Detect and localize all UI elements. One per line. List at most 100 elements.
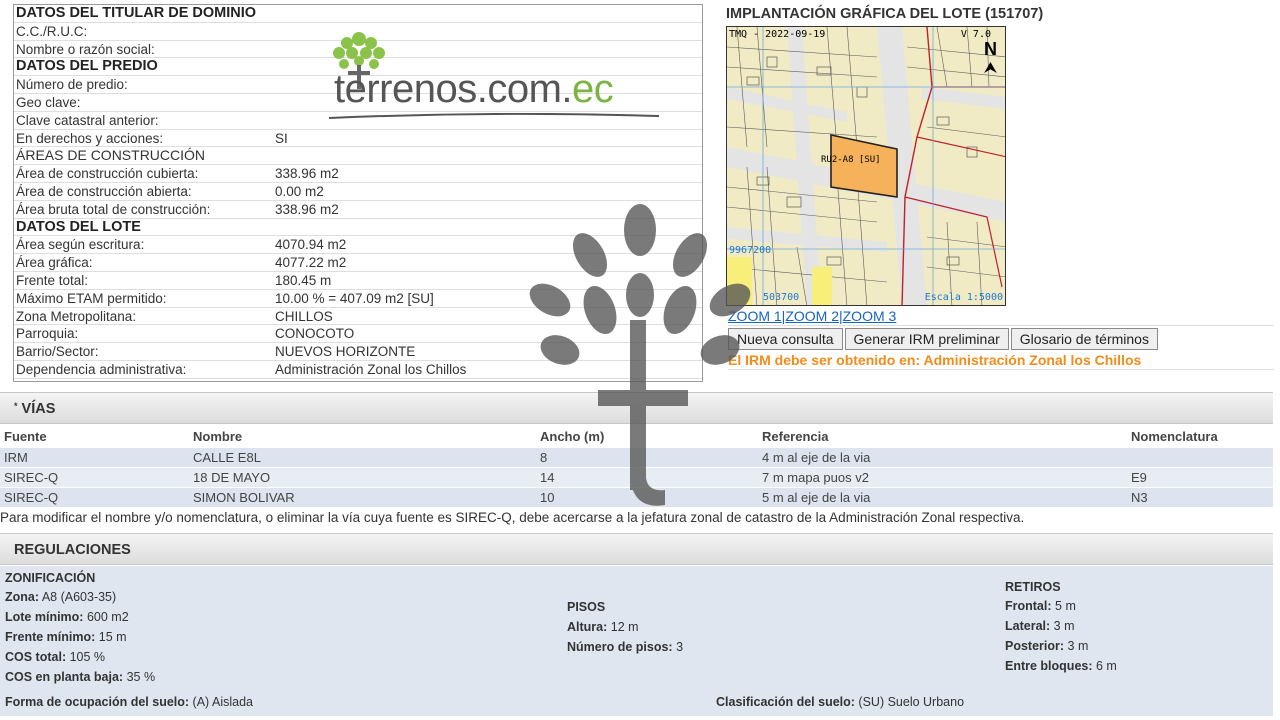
row-value: CONOCOTO (275, 326, 355, 342)
lote-row-dependencia: Dependencia administrativa: Administració… (14, 361, 702, 379)
row-label: Nombre o razón social: (16, 41, 155, 57)
reg-value: 3 m (1053, 619, 1075, 633)
zonificacion-lote-minimo: Lote mínimo: 600 m2 (5, 610, 129, 624)
retiros-lateral: Lateral: 3 m (1005, 619, 1074, 633)
zonificacion-heading: ZONIFICACIÓN (5, 571, 96, 585)
map-actions: Nueva consulta Generar IRM preliminar Glos… (728, 328, 1160, 350)
row-label: Área bruta total de construcción: (16, 201, 211, 217)
vias-note: Para modificar el nombre y/o nomenclatur… (0, 510, 1025, 525)
logo-brand-main: terrenos.com. (334, 67, 573, 111)
reg-key: Lateral: (1005, 619, 1051, 633)
reg-key: Frontal: (1005, 599, 1052, 613)
cell: 14 (540, 470, 555, 485)
map-scale-label: Escala 1:5000 (924, 292, 1003, 303)
reg-value: 15 m (98, 630, 127, 644)
glosario-button[interactable]: Glosario de términos (1010, 328, 1158, 350)
reg-key: Frente mínimo: (5, 630, 96, 644)
col-nombre: Nombre (193, 429, 243, 444)
north-label: N (984, 39, 997, 59)
zonificacion-zona: Zona: A8 (A603-35) (5, 590, 116, 604)
reg-key: COS en planta baja: (5, 670, 124, 684)
map-canvas (727, 27, 1005, 305)
reg-key: Forma de ocupación del suelo: (5, 695, 190, 709)
row-label: Máximo ETAM permitido: (16, 290, 167, 306)
reg-key: COS total: (5, 650, 67, 664)
row-label: Número de predio: (16, 77, 128, 93)
pisos-heading: PISOS (567, 600, 606, 614)
reg-value: (A) Aislada (192, 695, 253, 709)
reg-key: Zona: (5, 590, 40, 604)
vias-title-text: VÍAS (21, 401, 56, 417)
row-label: Parroquia: (16, 326, 79, 342)
row-label: Área según escritura: (16, 237, 145, 253)
zoom-links: ZOOM 1|ZOOM 2|ZOOM 3 (728, 306, 1274, 326)
zonificacion-cos-planta-baja: COS en planta baja: 35 % (5, 670, 155, 684)
nueva-consulta-button[interactable]: Nueva consulta (728, 328, 843, 350)
row-value: 338.96 m2 (275, 166, 339, 182)
reg-value: 600 m2 (86, 610, 129, 624)
col-ancho: Ancho (m) (540, 429, 605, 444)
vias-table: Fuente Nombre Ancho (m) Referencia Nomen… (0, 426, 1273, 508)
regulaciones-body: ZONIFICACIÓN Zona: A8 (A603-35) Lote mín… (0, 566, 1273, 716)
construccion-heading: ÁREAS DE CONSTRUCCIÓN (14, 147, 702, 166)
map-coord-y: 9967200 (729, 245, 772, 256)
row-value: 0.00 m2 (275, 183, 324, 199)
zoom-2-link[interactable]: ZOOM 2 (785, 308, 839, 324)
construccion-heading-text: ÁREAS DE CONSTRUCCIÓN (16, 147, 206, 164)
lote-heading-text: DATOS DEL LOTE (16, 218, 141, 235)
lote-row-grafica: Área gráfica: 4077.22 m2 (14, 254, 702, 272)
row-value: NUEVOS HORIZONTE (275, 344, 416, 360)
cell: CALLE E8L (193, 450, 261, 465)
reg-key: Clasificación del suelo: (716, 695, 855, 709)
reg-value: 3 (676, 640, 684, 654)
row-value: 10.00 % = 407.09 m2 [SU] (275, 290, 434, 306)
clasificacion-suelo: Clasificación del suelo: (SU) Suelo Urba… (716, 695, 964, 709)
cell: 18 DE MAYO (193, 470, 271, 485)
pisos-altura: Altura: 12 m (567, 620, 639, 634)
reg-value: 3 m (1067, 639, 1089, 653)
lot-info-panel: DATOS DEL TITULAR DE DOMINIO C.C./R.U.C:… (13, 4, 703, 382)
reg-value: (SU) Suelo Urbano (858, 695, 965, 709)
row-value: CHILLOS (275, 308, 333, 324)
col-fuente: Fuente (4, 429, 47, 444)
map-coord-x: 503700 (763, 292, 800, 303)
lote-row-etam: Máximo ETAM permitido: 10.00 % = 407.09 m… (14, 290, 702, 308)
table-row: SIREC-Q 18 DE MAYO 14 7 m mapa puos v2 E… (0, 468, 1273, 488)
reg-key: Número de pisos: (567, 640, 673, 654)
reg-key: Altura: (567, 620, 608, 634)
cell: 8 (540, 450, 548, 465)
zoom-1-link[interactable]: ZOOM 1 (728, 308, 782, 324)
regulaciones-section-header[interactable]: REGULACIONES (0, 533, 1273, 565)
lot-map[interactable]: TMQ - 2022-09-19 V 7.0 N ⮝ RU2-A8 [SU] 99… (726, 26, 1006, 306)
vias-section-header[interactable]: * VÍAS (0, 392, 1273, 424)
lote-row-zona: Zona Metropolitana: CHILLOS (14, 308, 702, 326)
zoom-3-link[interactable]: ZOOM 3 (843, 308, 897, 324)
lote-row-frente: Frente total: 180.45 m (14, 272, 702, 290)
reg-key: Posterior: (1005, 639, 1065, 653)
row-label: Dependencia administrativa: (16, 361, 187, 377)
cell: N3 (1131, 490, 1148, 505)
row-label: Área gráfica: (16, 255, 93, 271)
col-nomenclatura: Nomenclatura (1131, 429, 1218, 444)
cell: 5 m al eje de la via (762, 490, 871, 505)
lote-row-barrio: Barrio/Sector: NUEVOS HORIZONTE (14, 343, 702, 361)
row-label: Geo clave: (16, 94, 81, 110)
zonificacion-frente-minimo: Frente mínimo: 15 m (5, 630, 127, 644)
generar-irm-button[interactable]: Generar IRM preliminar (844, 328, 1009, 350)
map-date-label: TMQ - 2022-09-19 (729, 29, 826, 40)
reg-value: 105 % (69, 650, 106, 664)
reg-value: 12 m (610, 620, 639, 634)
pisos-numero: Número de pisos: 3 (567, 640, 683, 654)
map-panel: IMPLANTACIÓN GRÁFICA DEL LOTE (151707) T… (726, 4, 1274, 370)
row-value: 4070.94 m2 (275, 237, 347, 253)
cell: 7 m mapa puos v2 (762, 470, 869, 485)
vias-header-row: Fuente Nombre Ancho (m) Referencia Nomen… (0, 426, 1273, 448)
cell: SIMON BOLIVAR (193, 490, 295, 505)
row-label: C.C./R.U.C: (16, 23, 88, 39)
row-label: Área de construcción cubierta: (16, 166, 199, 182)
row-value: 338.96 m2 (275, 201, 339, 217)
construccion-row-cubierta: Área de construcción cubierta: 338.96 m2 (14, 165, 702, 183)
row-value: SI (275, 130, 288, 146)
cell: E9 (1131, 470, 1147, 485)
table-row: IRM CALLE E8L 8 4 m al eje de la via (0, 448, 1273, 468)
